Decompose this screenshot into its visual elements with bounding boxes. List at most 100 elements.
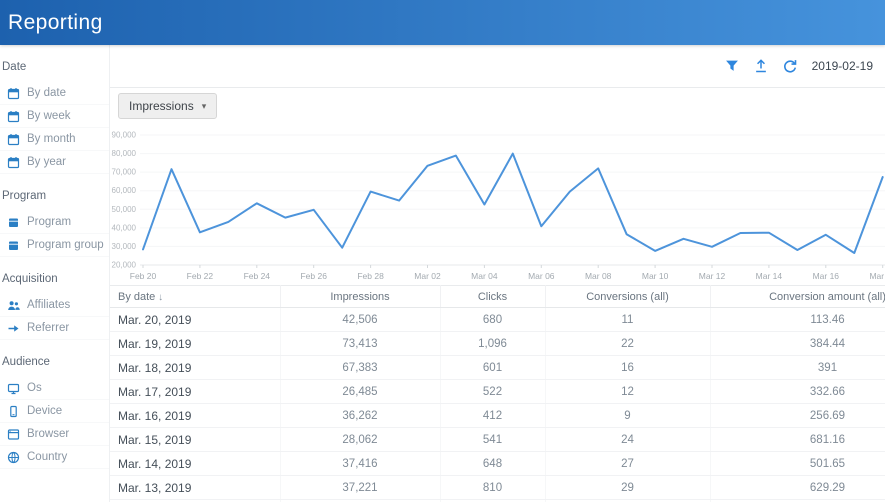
table-cell: 26,485 (280, 379, 441, 404)
svg-text:Mar 10: Mar 10 (642, 271, 669, 281)
table-cell: 412 (440, 403, 546, 428)
sidebar-item-affiliates[interactable]: Affiliates (0, 294, 109, 317)
svg-text:70,000: 70,000 (112, 168, 137, 177)
cell-date: Mar. 19, 2019 (110, 331, 281, 356)
table-row: Mar. 13, 2019 37,221 810 29 629.29 (110, 475, 885, 500)
table-cell: 501.65 (710, 451, 885, 476)
table-cell: 384.44 (710, 331, 885, 356)
table-row: Mar. 14, 2019 37,416 648 27 501.65 (110, 451, 885, 476)
page-title: Reporting (8, 10, 103, 34)
table-cell: 36,262 (280, 403, 441, 428)
sidebar: Date By date By week By month By year Program… (0, 45, 110, 502)
monitor-icon (7, 382, 20, 395)
svg-text:60,000: 60,000 (112, 186, 137, 195)
sidebar-item-by-month[interactable]: By month (0, 128, 109, 151)
svg-text:40,000: 40,000 (112, 223, 137, 232)
main-content: 2019-02-19 Impressions ▾ 20,000 30,000 40,… (110, 45, 885, 502)
sidebar-item-device[interactable]: Device (0, 400, 109, 423)
refresh-icon[interactable] (783, 59, 797, 73)
svg-text:Mar 16: Mar 16 (813, 271, 840, 281)
svg-text:80,000: 80,000 (112, 149, 137, 158)
sidebar-item-by-year[interactable]: By year (0, 151, 109, 174)
toolbar: 2019-02-19 (110, 45, 885, 88)
table-cell: 12 (545, 379, 711, 404)
sidebar-item-label: Program (27, 216, 72, 228)
export-icon[interactable] (754, 59, 768, 73)
sidebar-item-label: Referrer (27, 322, 70, 334)
cell-date: Mar. 15, 2019 (110, 427, 281, 452)
svg-text:50,000: 50,000 (112, 205, 137, 214)
sidebar-item-label: Country (27, 451, 68, 463)
column-header-by-date[interactable]: By date ↓ (110, 285, 281, 308)
column-header-clicks[interactable]: Clicks (440, 285, 546, 308)
table-cell: 648 (440, 451, 546, 476)
table-cell: 629.29 (710, 475, 885, 500)
column-header-conversions-all[interactable]: Conversions (all) (545, 285, 711, 308)
table-cell: 28,062 (280, 427, 441, 452)
device-icon (7, 405, 20, 418)
box-icon (7, 239, 20, 252)
calendar-icon (7, 133, 20, 146)
calendar-icon (7, 156, 20, 169)
sidebar-item-label: Browser (27, 428, 70, 440)
column-header-impressions[interactable]: Impressions (280, 285, 441, 308)
svg-text:Feb 20: Feb 20 (130, 271, 157, 281)
table-cell: 680 (440, 307, 546, 332)
svg-text:Feb 28: Feb 28 (357, 271, 384, 281)
table-cell: 113.46 (710, 307, 885, 332)
calendar-icon (7, 110, 20, 123)
column-header-conversion-amount-all[interactable]: Conversion amount (all) (710, 285, 885, 308)
sidebar-item-browser[interactable]: Browser (0, 423, 109, 446)
table-cell: 67,383 (280, 355, 441, 380)
sidebar-item-label: By month (27, 133, 76, 145)
sidebar-item-by-date[interactable]: By date (0, 82, 109, 105)
table-cell: 541 (440, 427, 546, 452)
sidebar-item-program[interactable]: Program (0, 211, 109, 234)
svg-text:Mar 04: Mar 04 (471, 271, 498, 281)
app-body: Date By date By week By month By year Program… (0, 45, 885, 502)
sidebar-item-label: Affiliates (27, 299, 71, 311)
sidebar-item-country[interactable]: Country (0, 446, 109, 469)
sidebar-item-os[interactable]: Os (0, 377, 109, 400)
svg-text:Feb 22: Feb 22 (187, 271, 214, 281)
table-cell: 256.69 (710, 403, 885, 428)
metric-dropdown-label: Impressions (129, 99, 194, 113)
chevron-down-icon: ▾ (201, 100, 207, 111)
sidebar-section-audience: Audience (2, 356, 50, 368)
browser-icon (7, 428, 20, 441)
report-date[interactable]: 2019-02-19 (812, 59, 873, 73)
table-cell: 332.66 (710, 379, 885, 404)
table-cell: 522 (440, 379, 546, 404)
table-cell: 11 (545, 307, 711, 332)
table-row: Mar. 19, 2019 73,413 1,096 22 384.44 (110, 331, 885, 356)
table-cell: 29 (545, 475, 711, 500)
filter-icon[interactable] (725, 59, 739, 73)
table-cell: 22 (545, 331, 711, 356)
sidebar-item-program-group[interactable]: Program group (0, 234, 109, 257)
table-cell: 810 (440, 475, 546, 500)
table-cell: 601 (440, 355, 546, 380)
impressions-line-chart: 20,000 30,000 40,000 50,000 60,000 70,000 80,0… (110, 125, 885, 285)
cell-date: Mar. 17, 2019 (110, 379, 281, 404)
calendar-icon (7, 87, 20, 100)
metric-dropdown[interactable]: Impressions ▾ (118, 93, 218, 119)
svg-text:Mar 02: Mar 02 (414, 271, 441, 281)
svg-text:20,000: 20,000 (112, 261, 137, 270)
table-cell: 9 (545, 403, 711, 428)
table-row: Mar. 17, 2019 26,485 522 12 332.66 (110, 379, 885, 404)
table-row: Mar. 15, 2019 28,062 541 24 681.16 (110, 427, 885, 452)
sidebar-item-referrer[interactable]: Referrer (0, 317, 109, 340)
svg-text:Mar 18: Mar 18 (869, 271, 885, 281)
people-icon (7, 299, 20, 312)
sidebar-item-label: By year (27, 156, 66, 168)
box-icon (7, 216, 20, 229)
svg-text:Mar 14: Mar 14 (756, 271, 783, 281)
sidebar-item-label: Program group (27, 239, 104, 251)
sidebar-item-by-week[interactable]: By week (0, 105, 109, 128)
app-root: Reporting Date By date By week By month By y… (0, 0, 885, 502)
svg-text:Mar 08: Mar 08 (585, 271, 612, 281)
sidebar-item-label: Device (27, 405, 63, 417)
table-cell: 37,221 (280, 475, 441, 500)
sort-desc-icon: ↓ (155, 291, 164, 303)
table-cell: 42,506 (280, 307, 441, 332)
